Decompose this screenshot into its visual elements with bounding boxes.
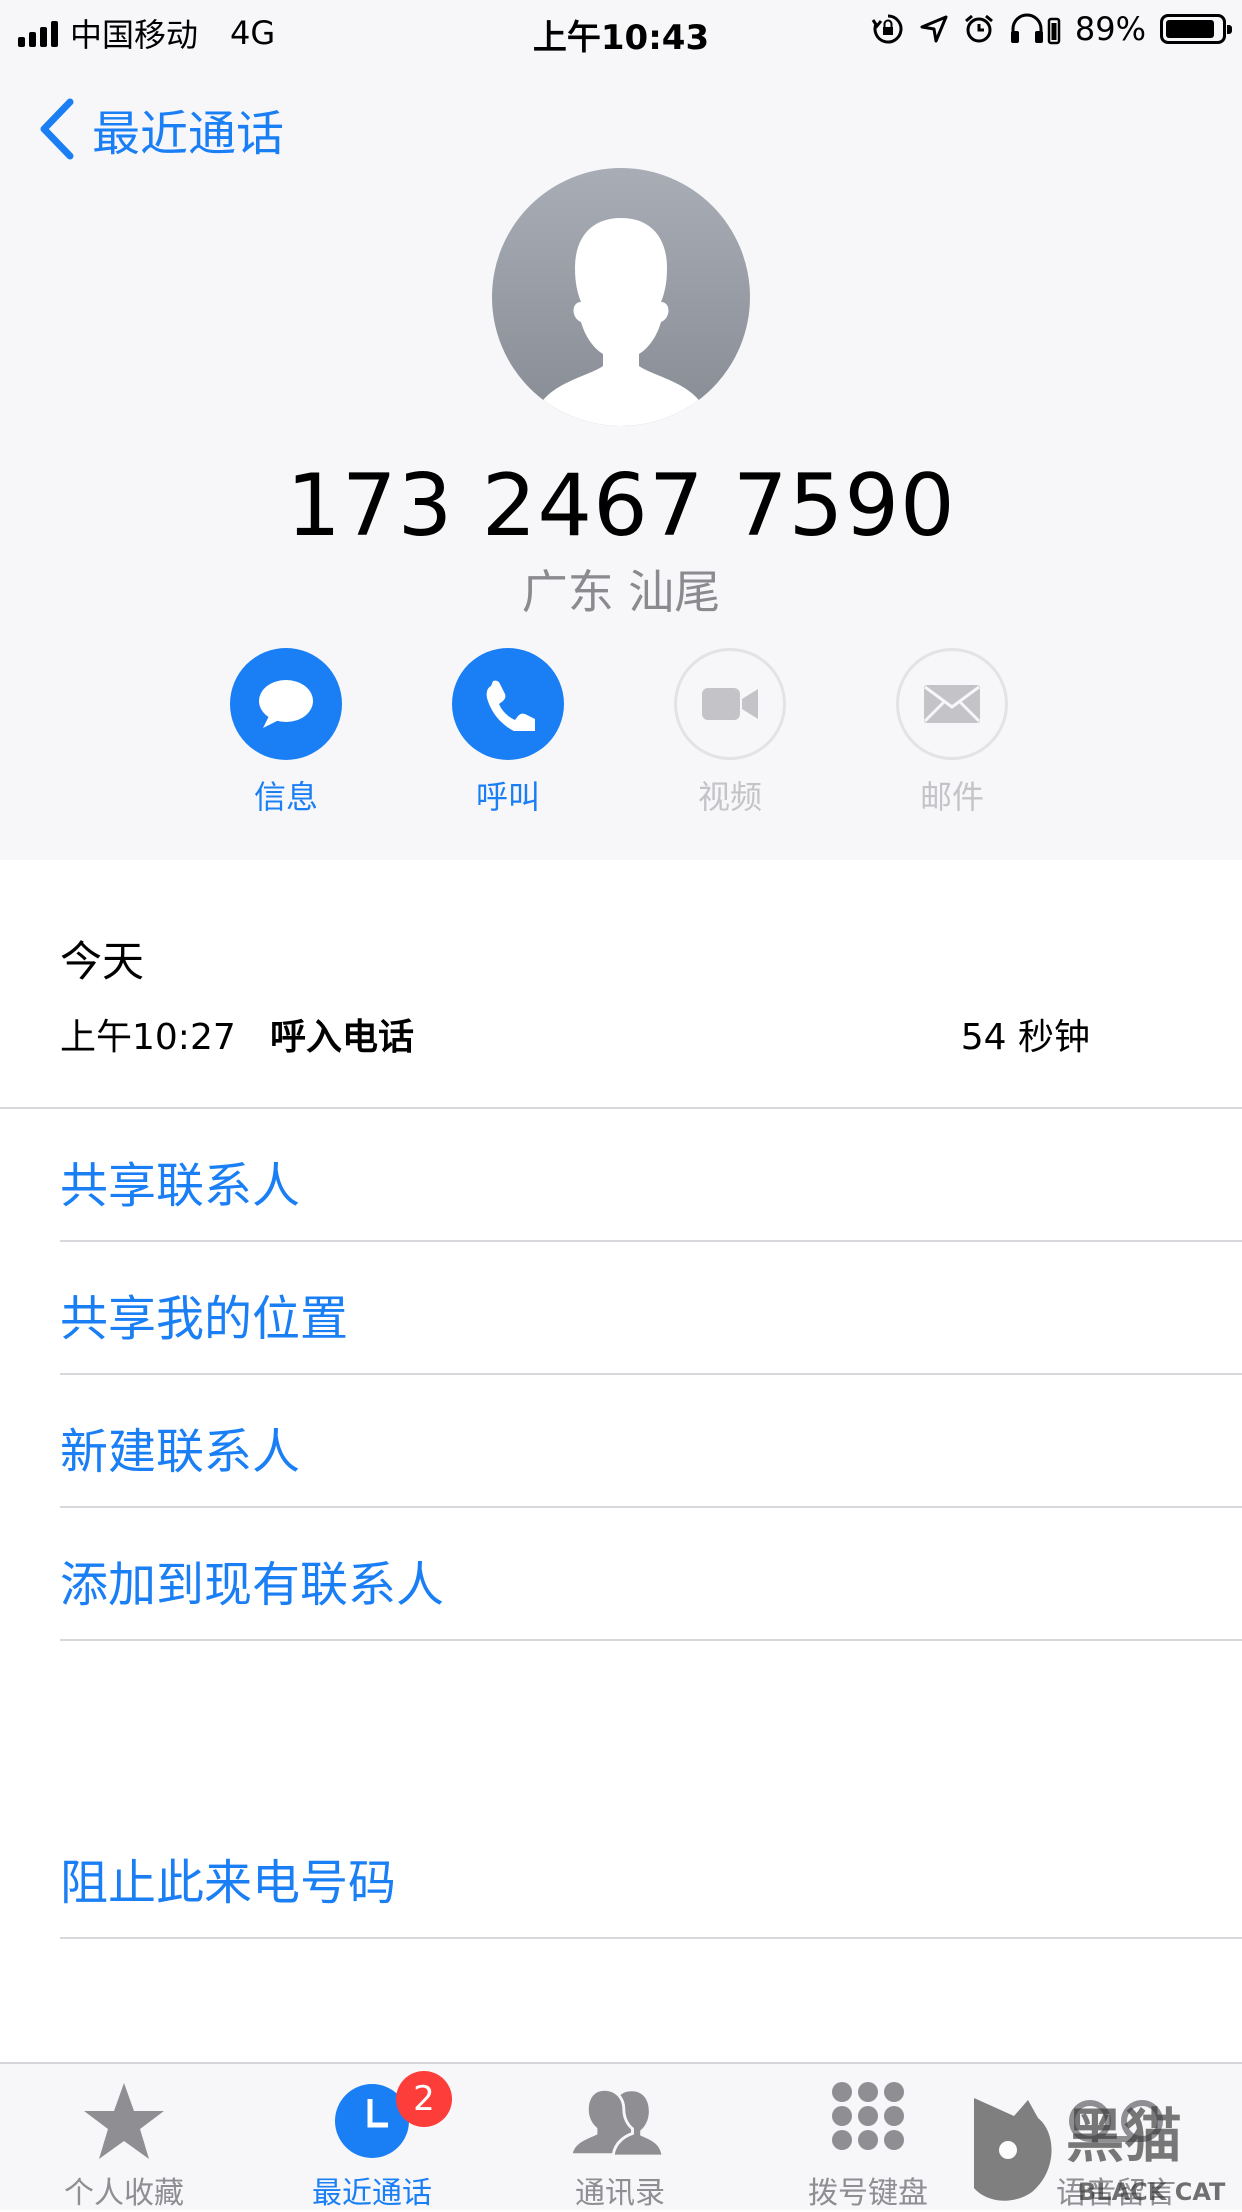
- back-label: 最近通话: [92, 106, 285, 162]
- call-type: 呼入电话: [270, 1017, 415, 1058]
- call-button[interactable]: [452, 648, 564, 760]
- new-contact-link[interactable]: 新建联系人: [60, 1412, 300, 1482]
- video-label: 视频: [697, 778, 762, 816]
- divider: [60, 1240, 1242, 1242]
- message-action[interactable]: 信息: [230, 648, 342, 816]
- tab-contacts[interactable]: 通讯录: [520, 2064, 720, 2211]
- message-icon: [259, 680, 313, 728]
- back-button[interactable]: 最近通话: [36, 94, 284, 164]
- tab-label: 拨号键盘: [808, 2176, 928, 2211]
- tab-label: 通讯录: [575, 2176, 665, 2211]
- svg-text:黑猫: 黑猫: [1066, 2102, 1182, 2170]
- star-icon: [84, 2083, 164, 2159]
- video-button: [674, 648, 786, 760]
- location-arrow-icon: [920, 15, 948, 43]
- phone-number: 173 2467 7590: [286, 456, 956, 556]
- person-silhouette-icon: [539, 218, 703, 426]
- alarm-icon: [964, 14, 993, 43]
- message-button[interactable]: [230, 648, 342, 760]
- divider: [60, 1373, 1242, 1375]
- battery-icon: [1160, 14, 1232, 44]
- black-cat-watermark-logo: 黑猫 BLACK CAT: [974, 2098, 1226, 2206]
- share-contact-link[interactable]: 共享联系人: [60, 1146, 300, 1216]
- contacts-icon: [570, 2087, 662, 2157]
- mail-button: [896, 648, 1008, 760]
- headphones-icon: [1010, 13, 1061, 45]
- battery-percent: 89%: [1074, 10, 1146, 48]
- divider: [60, 1506, 1242, 1508]
- divider: [0, 1107, 1242, 1109]
- chevron-left-icon: [40, 98, 74, 160]
- number-location: 广东 汕尾: [521, 565, 721, 619]
- tab-label: 个人收藏: [64, 2176, 184, 2211]
- tab-favorites[interactable]: 个人收藏: [24, 2064, 224, 2211]
- divider: [60, 1937, 1242, 1939]
- phone-icon: [486, 680, 535, 731]
- keypad-icon: [832, 2082, 904, 2150]
- mail-action: 邮件: [896, 648, 1008, 816]
- divider: [60, 1639, 1242, 1641]
- battery-fill: [1166, 20, 1214, 38]
- call-action[interactable]: 呼叫: [452, 648, 564, 816]
- call-time: 上午10:27: [60, 1017, 236, 1058]
- tab-label: 最近通话: [312, 2176, 432, 2211]
- call-log-day: 今天: [60, 937, 145, 986]
- mail-label: 邮件: [919, 778, 984, 816]
- video-icon: [702, 688, 758, 720]
- mail-icon: [923, 685, 981, 723]
- video-action: 视频: [674, 648, 786, 816]
- call-label: 呼叫: [475, 778, 540, 816]
- tab-keypad[interactable]: 拨号键盘: [768, 2064, 968, 2211]
- status-bar: 中国移动 4G 上午10:43 89%: [0, 0, 1242, 62]
- avatar: [492, 168, 750, 426]
- orientation-lock-icon: [871, 14, 903, 44]
- add-to-existing-contact-link[interactable]: 添加到现有联系人: [60, 1545, 444, 1615]
- call-duration: 54 秒钟: [960, 1017, 1090, 1058]
- block-caller-link[interactable]: 阻止此来电号码: [60, 1843, 396, 1913]
- svg-text:BLACK CAT: BLACK CAT: [1078, 2178, 1226, 2206]
- missed-calls-badge: 2: [396, 2071, 452, 2127]
- share-location-link[interactable]: 共享我的位置: [60, 1279, 348, 1349]
- message-label: 信息: [253, 778, 318, 816]
